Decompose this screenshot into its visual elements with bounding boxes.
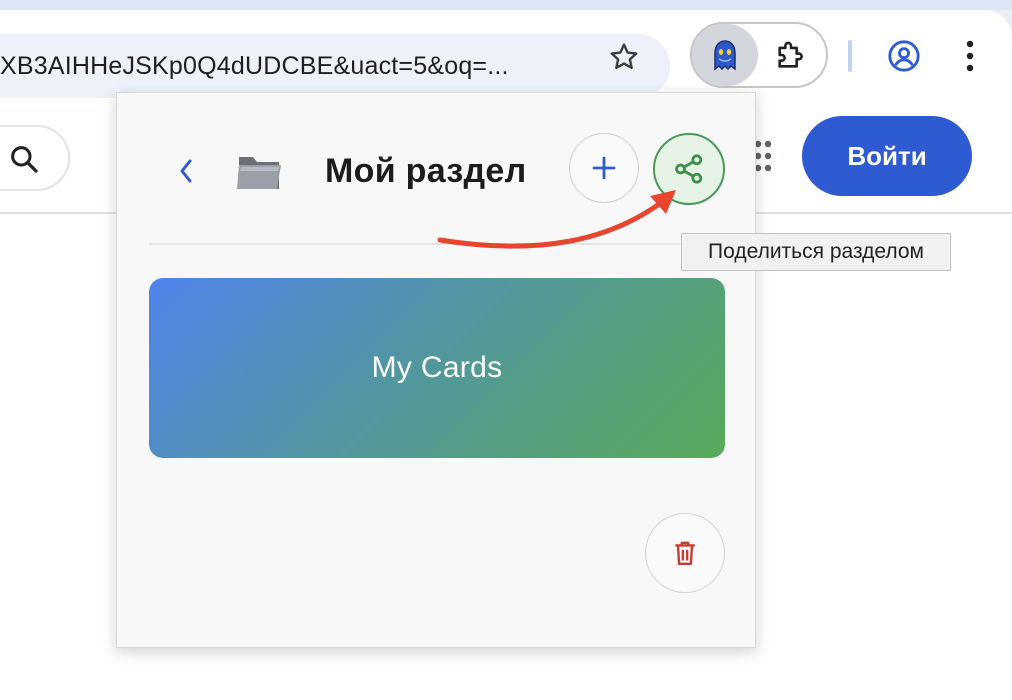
more-vert-icon (966, 40, 974, 72)
login-button[interactable]: Войти (802, 116, 972, 196)
share-section-button[interactable] (653, 133, 725, 205)
section-title: Мой раздел (325, 152, 527, 190)
extension-popup: Мой раздел My Cards (116, 92, 756, 648)
page-search-button[interactable] (0, 125, 70, 191)
popup-divider (149, 243, 725, 245)
folder-icon (237, 157, 281, 189)
delete-button[interactable] (645, 513, 725, 593)
bookmark-star-button[interactable] (603, 36, 645, 78)
add-button[interactable] (569, 133, 639, 203)
browser-menu-button[interactable] (952, 34, 988, 78)
url-text[interactable]: XB3AIHHeJSKp0Q4dUDCBE&uact=5&oq=... (0, 34, 509, 98)
share-tooltip: Поделиться разделом (681, 233, 951, 271)
extension-button-active[interactable] (692, 24, 758, 86)
extensions-menu-button[interactable] (770, 34, 812, 76)
back-button[interactable] (171, 153, 201, 189)
tab-strip (0, 0, 1012, 10)
profile-button[interactable] (882, 34, 926, 78)
extension-ghost-icon (714, 40, 736, 71)
share-icon (675, 154, 703, 184)
extensions-group (690, 22, 828, 88)
toolbar-divider (848, 40, 852, 72)
puzzle-icon (778, 41, 803, 68)
card-item[interactable]: My Cards (149, 278, 725, 458)
profile-icon (888, 40, 920, 72)
trash-icon (675, 541, 695, 565)
card-title: My Cards (371, 351, 503, 384)
address-bar[interactable]: XB3AIHHeJSKp0Q4dUDCBE&uact=5&oq=... (0, 34, 670, 98)
search-icon (11, 146, 38, 173)
star-icon (610, 43, 638, 70)
plus-icon (592, 156, 616, 180)
chevron-left-icon (180, 159, 192, 183)
